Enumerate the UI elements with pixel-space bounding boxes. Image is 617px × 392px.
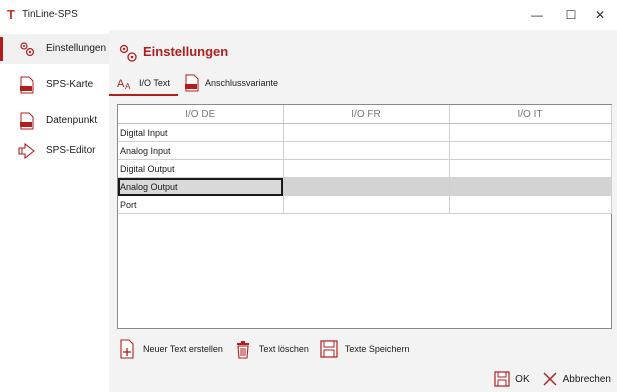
close-button[interactable]: ✕ — [583, 0, 617, 30]
cancel-button[interactable]: Abbrechen — [542, 371, 611, 387]
window-title: TinLine-SPS — [22, 9, 78, 20]
table-cell[interactable]: Digital Input — [118, 123, 284, 142]
table-cell[interactable] — [449, 141, 612, 160]
sidebar-item-sps-karte[interactable]: SPS-Karte — [0, 70, 109, 100]
maximize-icon: ☐ — [565, 8, 577, 22]
close-icon: ✕ — [594, 8, 606, 22]
sps-file-icon — [20, 76, 34, 94]
table-header-row: I/O DE I/O FR I/O IT — [118, 105, 612, 124]
new-text-label: Neuer Text erstellen — [143, 344, 223, 354]
table-cell[interactable] — [449, 195, 612, 214]
table-cell[interactable] — [449, 159, 612, 178]
page-title: Einstellungen — [143, 44, 229, 59]
gears-icon — [20, 42, 35, 57]
io-text-table[interactable]: I/O DE I/O FR I/O IT Digital Input Analo… — [117, 104, 612, 329]
minimize-button[interactable]: — — [520, 0, 554, 30]
ok-button[interactable]: OK — [494, 371, 530, 387]
table-cell[interactable] — [283, 123, 450, 142]
app-logo-icon: T — [7, 7, 15, 22]
table-cell[interactable] — [449, 177, 612, 196]
table-row[interactable]: Port — [118, 195, 612, 214]
table-cell[interactable] — [283, 195, 450, 214]
ok-label: OK — [515, 373, 530, 385]
table-cell[interactable]: Analog Input — [118, 141, 284, 160]
dialog-footer: OK Abbrechen — [482, 369, 611, 389]
sidebar-item-label: SPS-Karte — [46, 79, 94, 90]
text-size-icon: A A — [117, 78, 131, 91]
table-row[interactable]: Digital Output — [118, 159, 612, 178]
editor-icon — [18, 142, 35, 160]
sidebar-item-einstellungen[interactable]: Einstellungen — [0, 34, 109, 64]
sidebar-item-label: Datenpunkt — [46, 115, 98, 126]
table-cell[interactable] — [283, 159, 450, 178]
minimize-icon: — — [531, 8, 543, 22]
table-cell[interactable] — [283, 177, 450, 196]
svg-text:A: A — [125, 82, 131, 91]
sps-file-icon — [20, 112, 34, 130]
trash-icon — [236, 341, 249, 359]
gears-icon — [119, 44, 137, 62]
sidebar: Einstellungen SPS-Karte Datenpunkt SPS-E… — [0, 30, 109, 392]
column-header[interactable]: I/O FR — [283, 105, 450, 124]
sidebar-item-label: Einstellungen — [46, 43, 107, 54]
delete-text-button[interactable]: Text löschen — [233, 339, 309, 359]
sidebar-item-label: SPS-Editor — [46, 145, 96, 156]
table-row[interactable]: Analog Input — [118, 141, 612, 160]
cancel-label: Abbrechen — [562, 373, 611, 385]
column-header[interactable]: I/O DE — [118, 105, 284, 124]
table-cell[interactable] — [449, 123, 612, 142]
table-cell[interactable]: Port — [118, 195, 284, 214]
table-cell-active[interactable]: Analog Output — [118, 177, 284, 196]
sps-file-icon — [185, 74, 199, 92]
tab-anschlussvariante[interactable]: Anschlussvariante — [183, 70, 278, 96]
tab-label: Anschlussvariante — [205, 78, 279, 88]
tab-io-text[interactable]: A A I/O Text — [109, 70, 178, 96]
table-row[interactable]: Digital Input — [118, 123, 612, 142]
new-file-icon — [120, 339, 134, 359]
save-texts-label: Texte Speichern — [344, 344, 410, 354]
table-cell[interactable]: Digital Output — [118, 159, 284, 178]
save-icon — [320, 340, 338, 358]
save-texts-button[interactable]: Texte Speichern — [319, 339, 410, 359]
close-icon — [543, 372, 557, 386]
svg-text:A: A — [117, 78, 125, 90]
tab-bar: A A I/O Text Anschlussvariante — [109, 70, 617, 96]
tab-label: I/O Text — [139, 78, 170, 88]
delete-text-label: Text löschen — [258, 344, 309, 354]
table-actions: Neuer Text erstellen Text löschen Texte … — [117, 338, 419, 360]
title-bar: T TinLine-SPS — ☐ ✕ — [0, 0, 617, 30]
table-cell[interactable] — [283, 141, 450, 160]
save-icon — [494, 371, 510, 387]
sidebar-item-datenpunkt[interactable]: Datenpunkt — [0, 106, 109, 136]
column-header[interactable]: I/O IT — [449, 105, 612, 124]
sidebar-item-sps-editor[interactable]: SPS-Editor — [0, 136, 109, 166]
table-row-selected[interactable]: Analog Output — [118, 177, 612, 196]
new-text-button[interactable]: Neuer Text erstellen — [117, 339, 223, 359]
